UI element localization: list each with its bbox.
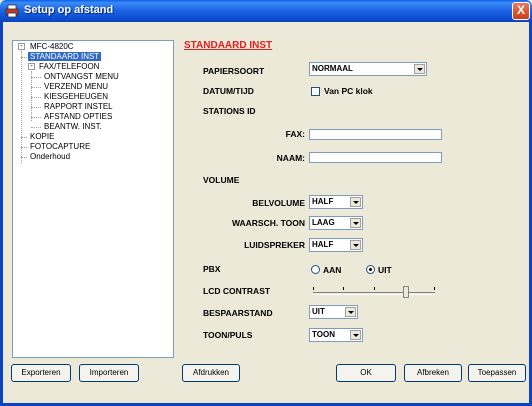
tree-line bbox=[21, 157, 27, 158]
naam-label: NAAM: bbox=[276, 153, 305, 163]
pbx-label: PBX bbox=[203, 264, 221, 274]
bespaarstand-label: BESPAARSTAND bbox=[203, 308, 273, 318]
ok-button[interactable]: OK bbox=[336, 364, 396, 382]
papiersoort-label: PAPIERSOORT bbox=[203, 66, 265, 76]
pbx-aan-label: AAN bbox=[323, 265, 342, 275]
toon-puls-label: TOON/PULS bbox=[203, 330, 253, 340]
luidspreker-select[interactable]: HALF bbox=[309, 238, 363, 252]
toepassen-button[interactable]: Toepassen bbox=[468, 364, 526, 382]
papiersoort-select[interactable]: NORMAAL bbox=[309, 62, 427, 76]
printer-icon bbox=[5, 4, 19, 18]
tree-line bbox=[21, 57, 27, 58]
slider-tick bbox=[434, 287, 435, 290]
tree-collapse-fax[interactable]: - bbox=[28, 63, 35, 70]
lcd-contrast-label: LCD CONTRAST bbox=[203, 286, 271, 296]
pbx-uit-radio[interactable] bbox=[366, 265, 375, 274]
lcd-contrast-thumb[interactable] bbox=[403, 286, 409, 298]
slider-tick bbox=[374, 287, 375, 290]
slider-tick bbox=[313, 287, 314, 290]
chevron-down-icon[interactable] bbox=[414, 64, 425, 74]
tree-line bbox=[21, 147, 27, 148]
tree-item-standaard-inst[interactable]: STANDAARD INST bbox=[28, 52, 102, 62]
toon-puls-value: TOON bbox=[312, 330, 335, 339]
window-title: Setup op afstand bbox=[24, 4, 114, 16]
tree-line bbox=[31, 97, 41, 98]
waarsch-toon-label: WAARSCH. TOON bbox=[231, 218, 305, 228]
afdrukken-button[interactable]: Afdrukken bbox=[182, 364, 240, 382]
pbx-aan-radio[interactable] bbox=[311, 265, 320, 274]
tree-item-onderhoud[interactable]: Onderhoud bbox=[28, 152, 72, 162]
afbreken-button[interactable]: Afbreken bbox=[404, 364, 462, 382]
bespaarstand-select[interactable]: UIT bbox=[309, 305, 358, 319]
title-bar[interactable]: Setup op afstand X bbox=[0, 0, 532, 22]
fax-label: FAX: bbox=[285, 129, 305, 139]
van-pc-klok-label: Van PC klok bbox=[324, 86, 373, 96]
exporteren-button[interactable]: Exporteren bbox=[11, 364, 71, 382]
fax-input[interactable] bbox=[309, 129, 442, 140]
tree-line bbox=[31, 77, 41, 78]
volume-label: VOLUME bbox=[203, 175, 240, 185]
chevron-down-icon[interactable] bbox=[350, 330, 361, 340]
waarsch-toon-select[interactable]: LAAG bbox=[309, 216, 363, 230]
slider-tick bbox=[343, 287, 344, 290]
tree-item-kopie[interactable]: KOPIE bbox=[28, 132, 56, 142]
papiersoort-value: NORMAAL bbox=[312, 64, 353, 73]
pbx-uit-label: UIT bbox=[378, 265, 392, 275]
stations-id-label: STATIONS ID bbox=[203, 106, 256, 116]
luidspreker-value: HALF bbox=[312, 240, 334, 249]
section-title: STANDAARD INST bbox=[184, 40, 273, 51]
belvolume-label: BELVOLUME bbox=[252, 198, 305, 208]
tree-item-fotocapture[interactable]: FOTOCAPTURE bbox=[28, 142, 92, 152]
importeren-button[interactable]: Importeren bbox=[79, 364, 139, 382]
tree-line bbox=[21, 137, 27, 138]
tree-item-fax-telefoon[interactable]: FAX/TELEFOON bbox=[37, 62, 101, 72]
tree-line bbox=[31, 127, 41, 128]
tree-item-verzend-menu[interactable]: VERZEND MENU bbox=[42, 82, 110, 92]
tree-item-ontvangst-menu[interactable]: ONTVANGST MENU bbox=[42, 72, 121, 82]
van-pc-klok-checkbox[interactable] bbox=[311, 87, 320, 96]
chevron-down-icon[interactable] bbox=[350, 197, 361, 207]
tree-item-kiesgeheugen[interactable]: KIESGEHEUGEN bbox=[42, 92, 110, 102]
bespaarstand-value: UIT bbox=[312, 307, 325, 316]
naam-input[interactable] bbox=[309, 152, 442, 163]
luidspreker-label: LUIDSPREKER bbox=[244, 240, 305, 250]
tree-line bbox=[31, 117, 41, 118]
datumtijd-label: DATUM/TIJD bbox=[203, 86, 254, 96]
tree-item-beantw-inst[interactable]: BEANTW. INST. bbox=[42, 122, 104, 132]
belvolume-select[interactable]: HALF bbox=[309, 195, 363, 209]
tree-root[interactable]: MFC-4820C bbox=[28, 42, 76, 52]
chevron-down-icon[interactable] bbox=[350, 218, 361, 228]
chevron-down-icon[interactable] bbox=[345, 307, 356, 317]
close-button[interactable]: X bbox=[512, 2, 530, 20]
chevron-down-icon[interactable] bbox=[350, 240, 361, 250]
tree-item-afstand-opties[interactable]: AFSTAND OPTIES bbox=[42, 112, 114, 122]
waarsch-toon-value: LAAG bbox=[312, 218, 335, 227]
tree-item-rapport-instel[interactable]: RAPPORT INSTEL bbox=[42, 102, 115, 112]
belvolume-value: HALF bbox=[312, 197, 334, 206]
tree-collapse-root[interactable]: - bbox=[18, 43, 25, 50]
settings-tree[interactable]: - MFC-4820C STANDAARD INST - FAX/TELEFOO… bbox=[12, 40, 174, 358]
toon-puls-select[interactable]: TOON bbox=[309, 328, 363, 342]
tree-line bbox=[31, 71, 32, 121]
tree-line bbox=[31, 87, 41, 88]
tree-line bbox=[31, 107, 41, 108]
lcd-contrast-slider[interactable] bbox=[313, 292, 435, 295]
